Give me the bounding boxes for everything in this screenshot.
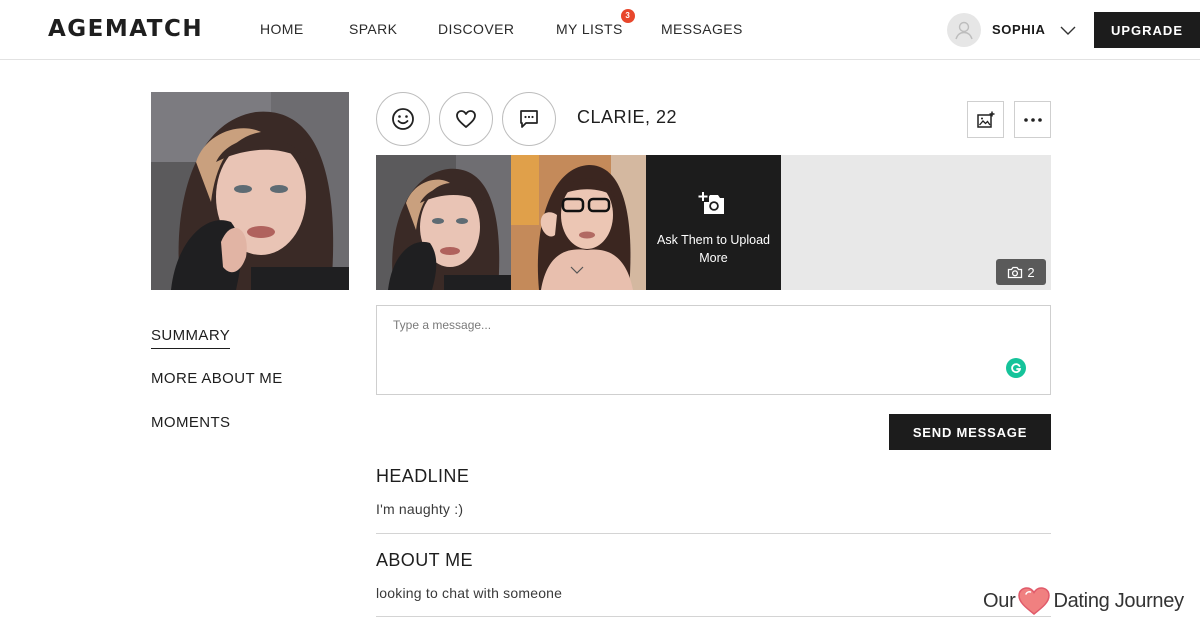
nav-discover[interactable]: DISCOVER [438,21,514,37]
top-nav-bar: AGEMATCH HOME SPARK DISCOVER MY LISTS 3 … [0,0,1200,60]
message-composer [376,305,1051,395]
user-name[interactable]: SOPHIA [992,22,1045,37]
grammarly-button[interactable] [1006,358,1026,378]
heart-logo-icon [1018,587,1051,615]
heart-icon [456,110,476,128]
nav-messages[interactable]: MESSAGES [661,21,743,37]
grammarly-g-icon [1011,363,1022,373]
nav-my-lists[interactable]: MY LISTS 3 [556,9,635,37]
camera-icon [1008,266,1023,278]
more-options-button[interactable] [1014,101,1051,138]
site-logo[interactable]: AGEMATCH [48,16,203,42]
photo-gallery: Ask Them to Upload More 2 [376,155,1051,290]
nav-spark[interactable]: SPARK [349,21,397,37]
send-message-button[interactable]: SEND MESSAGE [889,414,1051,450]
headline-title: HEADLINE [376,466,470,486]
nav-my-lists-label: MY LISTS [556,21,623,37]
user-silhouette-icon [955,21,973,40]
gallery-photo-1-image [376,155,511,290]
photo-count-value: 2 [1027,264,1035,280]
ask-upload-tile[interactable]: Ask Them to Upload More [646,155,781,290]
profile-name-age: CLARIE, 22 [577,107,678,127]
sidebar-link-moments[interactable]: MOMENTS [151,414,230,431]
upgrade-button[interactable]: UPGRADE [1094,12,1200,48]
nav-home[interactable]: HOME [260,21,304,37]
notification-badge: 3 [620,9,635,23]
smile-icon [392,108,414,130]
gallery-photo-2-image [511,155,646,290]
watermark-right-text: Dating Journey [1053,589,1184,612]
image-add-icon [976,111,994,128]
more-dots-icon [1023,117,1042,122]
photo-count-badge[interactable]: 2 [996,259,1046,285]
avatar[interactable] [947,13,981,47]
gallery-photo-1[interactable] [376,155,511,290]
like-button[interactable] [439,92,493,146]
chevron-down-icon[interactable] [1060,24,1076,36]
about-me-title: ABOUT ME [376,550,473,570]
watermark-left-text: Our [983,589,1016,612]
section-divider [376,533,1051,534]
camera-add-icon [698,191,724,214]
ask-upload-label: Ask Them to Upload More [656,233,771,265]
about-me-text: looking to chat with someone [376,585,563,601]
message-input[interactable] [377,306,1050,394]
request-photo-button[interactable] [967,101,1004,138]
main-profile-photo[interactable] [151,92,349,290]
sidebar-link-more-about-me[interactable]: MORE ABOUT ME [151,370,283,387]
message-button[interactable] [502,92,556,146]
chat-bubble-icon [520,110,538,128]
section-divider [376,616,1051,617]
smile-button[interactable] [376,92,430,146]
gallery-photo-2[interactable] [511,155,646,290]
sidebar-link-summary[interactable]: SUMMARY [151,327,231,349]
profile-photo-image [151,92,349,290]
headline-text: I'm naughty :) [376,501,464,517]
watermark: Our Dating Journey [983,586,1184,616]
